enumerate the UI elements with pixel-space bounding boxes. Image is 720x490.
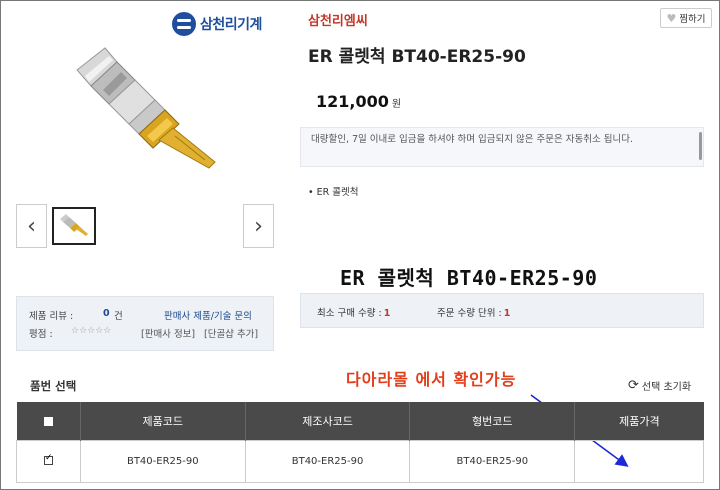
- column-header: 형번코드: [409, 402, 576, 440]
- refresh-icon: ⟳: [628, 378, 639, 393]
- table-header-row: 제품코드 제조사코드 형번코드 제품가격: [16, 402, 704, 440]
- column-header: 제조사코드: [245, 402, 411, 440]
- column-header: 제품코드: [80, 402, 246, 440]
- option-table: 제품코드 제조사코드 형번코드 제품가격 BT40-ER25-90 BT40-E…: [16, 402, 704, 483]
- product-code-cell: BT40-ER25-90: [79, 439, 246, 483]
- table-row[interactable]: BT40-ER25-90 BT40-ER25-90 BT40-ER25-90: [16, 439, 704, 483]
- column-header: 제품가격: [574, 402, 704, 440]
- option-section-title: 품번 선택: [30, 379, 77, 393]
- row-select-cell[interactable]: [16, 439, 81, 483]
- price-cell: [574, 439, 704, 483]
- select-all-header[interactable]: [16, 402, 81, 440]
- reset-selection-button[interactable]: ⟳ 선택 초기화: [628, 378, 691, 393]
- select-all-checkbox[interactable]: [43, 416, 53, 426]
- row-checkbox[interactable]: [43, 453, 53, 465]
- model-code-cell: BT40-ER25-90: [409, 439, 576, 483]
- reset-label: 선택 초기화: [641, 382, 692, 393]
- maker-code-cell: BT40-ER25-90: [244, 439, 411, 483]
